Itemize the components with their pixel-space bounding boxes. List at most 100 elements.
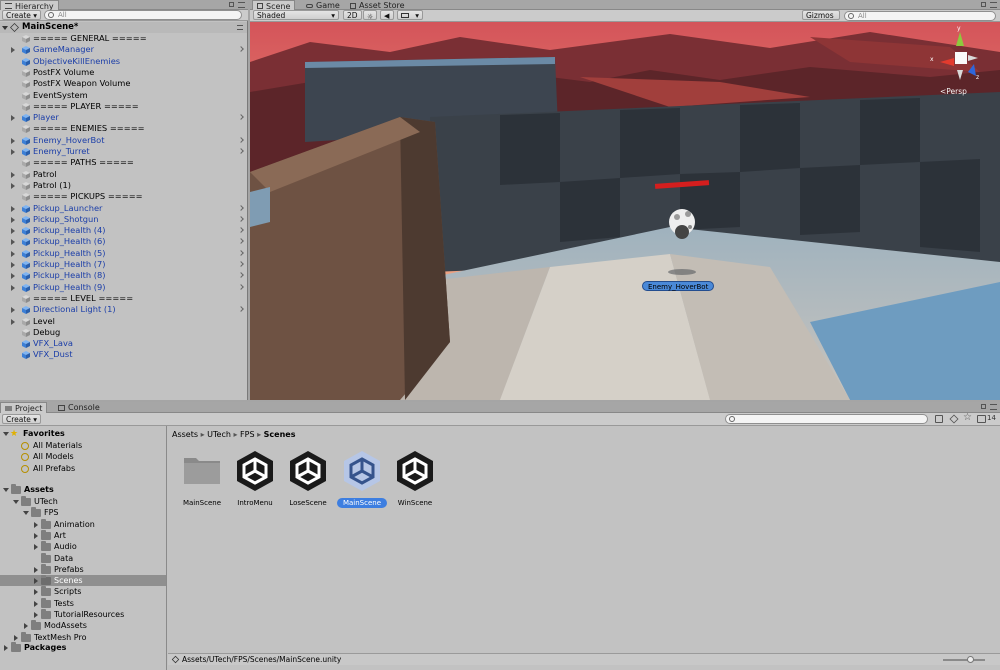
folder-tree-item[interactable]: Scripts xyxy=(0,586,166,597)
hierarchy-item[interactable]: Player xyxy=(0,112,247,123)
chevron-right-icon[interactable] xyxy=(238,249,244,256)
chevron-right-icon[interactable] xyxy=(34,566,38,573)
hierarchy-create-button[interactable]: Create ▾ xyxy=(2,10,42,20)
hierarchy-search-input[interactable]: All xyxy=(44,10,242,20)
chevron-right-icon[interactable] xyxy=(11,284,15,291)
hierarchy-item[interactable]: VFX_Lava xyxy=(0,338,247,349)
chevron-right-icon[interactable] xyxy=(238,204,244,211)
hierarchy-item[interactable]: Pickup_Health (9) xyxy=(0,282,247,293)
asset-item[interactable]: IntroMenu xyxy=(227,448,283,508)
asset-item[interactable]: MainScene xyxy=(334,448,390,508)
effects-dropdown[interactable]: ▾ xyxy=(397,10,423,20)
persp-label[interactable]: <Persp xyxy=(940,87,967,96)
chevron-right-icon[interactable] xyxy=(11,307,15,314)
favorite-star-icon[interactable]: ☆ xyxy=(963,412,972,423)
hierarchy-item[interactable]: Pickup_Health (7) xyxy=(0,259,247,270)
hierarchy-item[interactable]: PostFX Weapon Volume xyxy=(0,78,247,89)
hierarchy-item[interactable]: ===== PATHS ===== xyxy=(0,157,247,168)
folder-tree-item[interactable]: TutorialResources xyxy=(0,609,166,620)
chevron-right-icon[interactable] xyxy=(238,215,244,222)
gizmos-dropdown[interactable]: Gizmos ▾ xyxy=(802,10,840,30)
hierarchy-item[interactable]: Pickup_Health (6) xyxy=(0,236,247,247)
enemy-label[interactable]: Enemy_HoverBot xyxy=(642,281,715,291)
chevron-right-icon[interactable] xyxy=(238,114,244,120)
hierarchy-item[interactable]: ===== PLAYER ===== xyxy=(0,101,247,112)
slider-handle[interactable] xyxy=(967,656,974,663)
chevron-down-icon[interactable] xyxy=(3,432,9,436)
folder-tree-item[interactable]: Audio xyxy=(0,541,166,552)
chevron-down-icon[interactable] xyxy=(23,511,29,516)
assets-header[interactable]: Assets xyxy=(0,484,166,495)
hierarchy-item[interactable]: Pickup_Health (8) xyxy=(0,270,247,281)
favorites-header[interactable]: ★ Favorites xyxy=(0,428,166,439)
folder-tree-item[interactable]: Scenes xyxy=(0,575,166,587)
favorite-item[interactable]: All Materials xyxy=(0,440,166,451)
filter-by-label-icon[interactable] xyxy=(949,414,959,424)
panel-menu-icon[interactable] xyxy=(238,2,245,8)
hierarchy-item[interactable]: Patrol xyxy=(0,169,247,180)
folder-tree-item[interactable]: Tests xyxy=(0,597,166,609)
chevron-right-icon[interactable] xyxy=(238,238,244,245)
lock-icon[interactable] xyxy=(981,404,986,409)
chevron-down-icon[interactable] xyxy=(2,26,8,30)
lock-icon[interactable] xyxy=(229,2,234,7)
scene-menu-icon[interactable] xyxy=(237,25,243,30)
asset-item[interactable]: WinScene xyxy=(387,448,443,508)
chevron-right-icon[interactable] xyxy=(238,46,244,53)
chevron-right-icon[interactable] xyxy=(238,306,244,313)
hierarchy-item[interactable]: Pickup_Shotgun xyxy=(0,214,247,225)
hidden-packages-icon[interactable] xyxy=(977,415,986,423)
chevron-right-icon[interactable] xyxy=(34,589,38,596)
chevron-right-icon[interactable] xyxy=(11,262,15,268)
breadcrumb-item[interactable]: Assets xyxy=(172,430,198,439)
hierarchy-item[interactable]: VFX_Dust xyxy=(0,349,247,360)
hierarchy-item[interactable]: ObjectiveKillEnemies xyxy=(0,56,247,67)
icon-size-slider[interactable] xyxy=(943,656,985,663)
chevron-right-icon[interactable] xyxy=(34,532,38,539)
folder-tree-item[interactable]: ModAssets xyxy=(0,620,166,631)
panel-menu-icon[interactable] xyxy=(990,404,997,410)
tab-project[interactable]: Project xyxy=(0,402,48,413)
breadcrumb-item[interactable]: FPS xyxy=(240,430,255,439)
chevron-right-icon[interactable] xyxy=(14,634,18,641)
lighting-toggle-button[interactable]: ☼ xyxy=(363,10,377,21)
chevron-right-icon[interactable] xyxy=(11,273,15,280)
chevron-down-icon[interactable] xyxy=(13,500,19,504)
chevron-right-icon[interactable] xyxy=(238,148,244,154)
hierarchy-item[interactable]: ===== ENEMIES ===== xyxy=(0,123,247,134)
hierarchy-item[interactable]: Pickup_Health (5) xyxy=(0,248,247,259)
chevron-right-icon[interactable] xyxy=(238,283,244,290)
hierarchy-item[interactable]: Directional Light (1) xyxy=(0,304,247,315)
chevron-right-icon[interactable] xyxy=(11,149,15,155)
hierarchy-item[interactable]: Level xyxy=(0,316,247,327)
chevron-right-icon[interactable] xyxy=(11,239,15,246)
panel-menu-icon[interactable] xyxy=(990,2,997,8)
folder-tree-item[interactable]: Prefabs xyxy=(0,563,166,575)
hierarchy-item[interactable]: Patrol (1) xyxy=(0,180,247,191)
chevron-right-icon[interactable] xyxy=(34,612,38,618)
hierarchy-item[interactable]: ===== GENERAL ===== xyxy=(0,33,247,44)
scene-viewport[interactable]: Enemy_HoverBot y x z <Persp xyxy=(250,22,1000,400)
favorite-item[interactable]: All Prefabs xyxy=(0,463,166,474)
breadcrumb-item[interactable]: Scenes xyxy=(264,430,296,439)
chevron-right-icon[interactable] xyxy=(238,272,244,279)
chevron-right-icon[interactable] xyxy=(11,47,15,54)
folder-tree-item[interactable]: Data xyxy=(0,552,166,564)
chevron-right-icon[interactable] xyxy=(34,544,38,551)
asset-item[interactable]: MainScene xyxy=(174,448,230,508)
hierarchy-item[interactable]: GameManager xyxy=(0,44,247,55)
toggle-2d-button[interactable]: 2D xyxy=(343,10,362,20)
chevron-right-icon[interactable] xyxy=(11,216,15,223)
hierarchy-item[interactable]: PostFX Volume xyxy=(0,67,247,78)
folder-tree-item[interactable]: FPS xyxy=(0,507,166,518)
chevron-right-icon[interactable] xyxy=(34,521,38,528)
folder-tree-item[interactable]: Animation xyxy=(0,518,166,530)
lock-icon[interactable] xyxy=(981,2,986,7)
scene-search-input[interactable]: All xyxy=(844,11,996,21)
hierarchy-item[interactable]: EventSystem xyxy=(0,90,247,101)
chevron-right-icon[interactable] xyxy=(11,228,15,235)
hierarchy-item[interactable]: Pickup_Health (4) xyxy=(0,225,247,236)
asset-item[interactable]: LoseScene xyxy=(280,448,336,508)
folder-tree-item[interactable]: UTech xyxy=(0,496,166,507)
hierarchy-item[interactable]: ===== PICKUPS ===== xyxy=(0,191,247,202)
